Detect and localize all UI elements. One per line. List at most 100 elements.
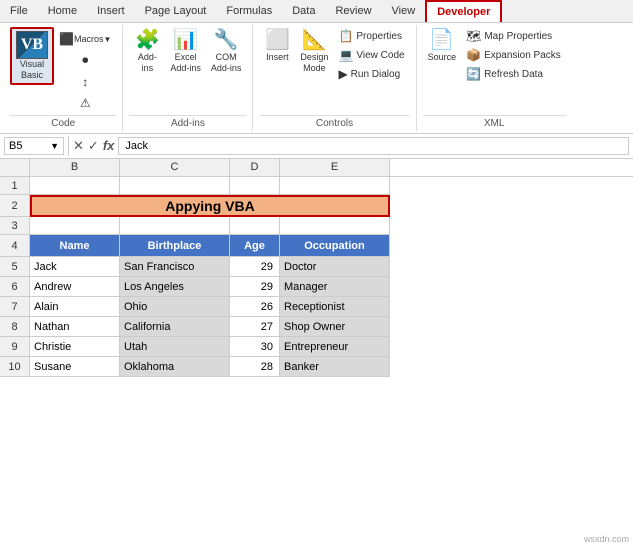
cell-name-5[interactable]: Jack (30, 257, 120, 277)
title-cell[interactable]: Appying VBA (30, 195, 390, 217)
cell-e3[interactable] (280, 217, 390, 235)
source-button[interactable]: 📄 Source (423, 27, 462, 66)
col-header-e[interactable]: E (280, 159, 390, 176)
cell-name-6[interactable]: Andrew (30, 277, 120, 297)
formula-input[interactable] (118, 137, 629, 155)
macros-button[interactable]: ⬛ Macros ▼ (54, 29, 116, 49)
header-name[interactable]: Name (30, 235, 120, 257)
tab-review[interactable]: Review (325, 0, 381, 22)
cell-birthplace-5[interactable]: San Francisco (120, 257, 230, 277)
com-addins-label: COMAdd-ins (211, 52, 242, 74)
table-row: Susane Oklahoma 28 Banker (30, 357, 633, 377)
cell-c1[interactable] (120, 177, 230, 195)
tab-view[interactable]: View (382, 0, 426, 22)
cell-name-9[interactable]: Christie (30, 337, 120, 357)
header-birthplace[interactable]: Birthplace (120, 235, 230, 257)
cell-d3[interactable] (230, 217, 280, 235)
expansion-packs-label: Expansion Packs (484, 50, 561, 61)
cell-age-7[interactable]: 26 (230, 297, 280, 317)
cell-occupation-8[interactable]: Shop Owner (280, 317, 390, 337)
tab-file[interactable]: File (0, 0, 38, 22)
design-mode-button[interactable]: 📐 DesignMode (295, 27, 333, 77)
cell-age-9[interactable]: 30 (230, 337, 280, 357)
cell-b3[interactable] (30, 217, 120, 235)
tab-home[interactable]: Home (38, 0, 87, 22)
row-num-3: 3 (0, 217, 30, 235)
record-macro-icon: ⏺ (82, 53, 88, 68)
cell-name-10[interactable]: Susane (30, 357, 120, 377)
cell-birthplace-9[interactable]: Utah (120, 337, 230, 357)
table-row: Nathan California 27 Shop Owner (30, 317, 633, 337)
tab-insert[interactable]: Insert (87, 0, 135, 22)
table-row: Christie Utah 30 Entrepreneur (30, 337, 633, 357)
tab-data[interactable]: Data (282, 0, 325, 22)
col-header-c[interactable]: C (120, 159, 230, 176)
cell-birthplace-6[interactable]: Los Angeles (120, 277, 230, 297)
excel-addins-button[interactable]: 📊 ExcelAdd-ins (165, 27, 206, 77)
column-headers: B C D E (0, 159, 633, 177)
relative-ref-button[interactable]: ↕ (54, 72, 116, 92)
col-header-b[interactable]: B (30, 159, 120, 176)
controls-group-label: Controls (259, 115, 409, 129)
tab-page-layout[interactable]: Page Layout (135, 0, 217, 22)
cell-birthplace-10[interactable]: Oklahoma (120, 357, 230, 377)
cell-occupation-6[interactable]: Manager (280, 277, 390, 297)
cell-age-6[interactable]: 29 (230, 277, 280, 297)
confirm-formula-icon[interactable]: ✓ (88, 138, 99, 154)
cell-reference-box[interactable]: B5 ▼ (4, 137, 64, 155)
row-num-7: 7 (0, 297, 30, 317)
cell-occupation-7[interactable]: Receptionist (280, 297, 390, 317)
com-addins-button[interactable]: 🔧 COMAdd-ins (206, 27, 247, 77)
cell-b1[interactable] (30, 177, 120, 195)
refresh-data-button[interactable]: 🔄 Refresh Data (461, 65, 566, 83)
macro-security-button[interactable]: ⚠ (54, 93, 116, 113)
cell-age-10[interactable]: 28 (230, 357, 280, 377)
tab-developer[interactable]: Developer (425, 0, 502, 22)
insert-controls-button[interactable]: ⬜ Insert (259, 27, 295, 66)
cell-occupation-5[interactable]: Doctor (280, 257, 390, 277)
view-code-button[interactable]: 💻 View Code (333, 46, 409, 64)
expansion-packs-button[interactable]: 📦 Expansion Packs (461, 46, 566, 64)
add-ins-icon: 🧩 (135, 30, 160, 50)
col-header-d[interactable]: D (230, 159, 280, 176)
cell-occupation-9[interactable]: Entrepreneur (280, 337, 390, 357)
tab-formulas[interactable]: Formulas (216, 0, 282, 22)
header-age[interactable]: Age (230, 235, 280, 257)
fx-icon[interactable]: fx (103, 138, 115, 154)
cell-occupation-10[interactable]: Banker (280, 357, 390, 377)
excel-addins-label: ExcelAdd-ins (170, 52, 201, 74)
row-num-10: 10 (0, 357, 30, 377)
cell-ref-dropdown-icon[interactable]: ▼ (50, 141, 59, 151)
relative-ref-icon: ↕ (82, 75, 88, 89)
cell-age-8[interactable]: 27 (230, 317, 280, 337)
addins-group-label: Add-ins (129, 115, 246, 129)
map-properties-button[interactable]: 🗺 Map Properties (461, 27, 566, 45)
cell-c3[interactable] (120, 217, 230, 235)
formula-bar-divider (68, 136, 69, 156)
table-row: Jack San Francisco 29 Doctor (30, 257, 633, 277)
grid: Appying VBA Name Birthplace Age Occupati… (30, 177, 633, 377)
xml-group-label: XML (423, 115, 566, 129)
run-dialog-button[interactable]: ▶ Run Dialog (333, 65, 409, 83)
ribbon: File Home Insert Page Layout Formulas Da… (0, 0, 633, 134)
cell-name-8[interactable]: Nathan (30, 317, 120, 337)
row-num-8: 8 (0, 317, 30, 337)
add-ins-button[interactable]: 🧩 Add-ins (129, 27, 165, 77)
formula-icons: ✕ ✓ fx (73, 138, 114, 154)
visual-basic-button[interactable]: VB VisualBasic (10, 27, 54, 85)
cell-birthplace-7[interactable]: Ohio (120, 297, 230, 317)
cell-age-5[interactable]: 29 (230, 257, 280, 277)
cell-e1[interactable] (280, 177, 390, 195)
header-occupation[interactable]: Occupation (280, 235, 390, 257)
cancel-formula-icon[interactable]: ✕ (73, 138, 84, 154)
record-macro-button[interactable]: ⏺ (54, 50, 116, 71)
macros-icon: ⬛ (59, 32, 74, 46)
cell-name-7[interactable]: Alain (30, 297, 120, 317)
properties-button[interactable]: 📋 Properties (333, 27, 409, 45)
cell-d1[interactable] (230, 177, 280, 195)
visual-basic-icon: VB (16, 31, 48, 59)
cell-birthplace-8[interactable]: California (120, 317, 230, 337)
watermark: wsxdn.com (584, 534, 629, 544)
ribbon-group-addins: 🧩 Add-ins 📊 ExcelAdd-ins 🔧 COMAdd-ins Ad… (123, 25, 253, 131)
row-num-6: 6 (0, 277, 30, 297)
